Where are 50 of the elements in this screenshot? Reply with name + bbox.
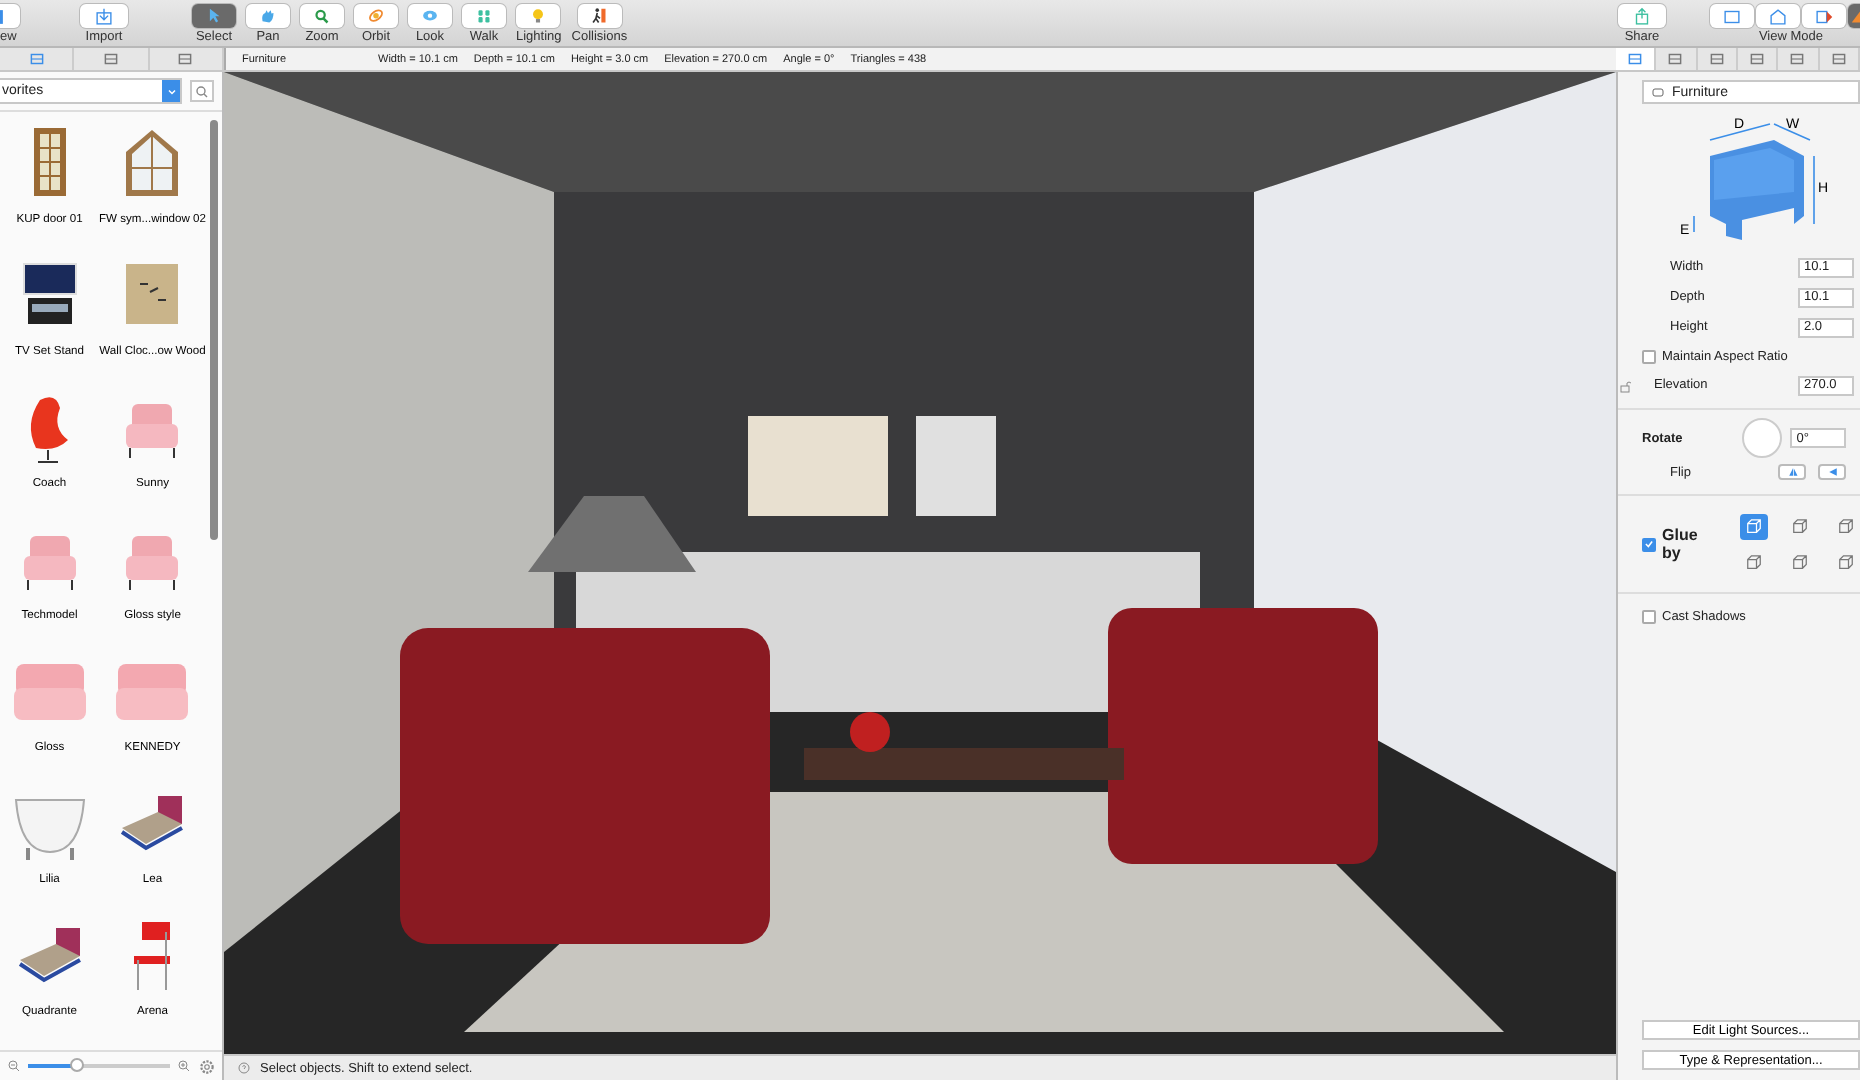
tab-icon — [1707, 50, 1726, 68]
cube-icon — [1790, 552, 1810, 572]
tab-icon — [1788, 50, 1807, 68]
share-button[interactable] — [1618, 4, 1666, 28]
tab-icon — [176, 50, 195, 68]
share-icon — [1630, 5, 1654, 27]
plan-view-button[interactable] — [1710, 4, 1754, 28]
tool-icon — [364, 5, 388, 27]
tab-icon — [1829, 50, 1848, 68]
flip-vertical-button[interactable] — [1778, 464, 1807, 480]
glue-option-button[interactable] — [1740, 513, 1768, 539]
import-button[interactable] — [80, 4, 128, 28]
inspector-tab[interactable] — [1616, 48, 1657, 70]
cube-icon — [1744, 552, 1764, 572]
glue-checkbox[interactable] — [1642, 537, 1656, 551]
slider-handle[interactable] — [69, 1058, 84, 1072]
plan-icon — [1720, 5, 1744, 27]
tab-icon — [1666, 50, 1685, 68]
flip-icon — [1825, 466, 1840, 478]
tab-icon — [1748, 50, 1767, 68]
tool-button[interactable] — [577, 4, 622, 28]
check-icon — [1644, 538, 1654, 550]
cube-icon — [1836, 552, 1856, 572]
flip-horizontal-button[interactable] — [1818, 464, 1847, 480]
zoom-in-icon — [176, 1058, 192, 1074]
lock-icon — [1618, 377, 1634, 393]
tool-icon — [310, 5, 334, 27]
zoom-out-icon — [6, 1058, 22, 1074]
cube-icon — [1836, 516, 1856, 536]
settings-icon — [198, 1057, 216, 1075]
house-icon — [1766, 5, 1790, 27]
tab-icon — [1626, 50, 1645, 68]
cube-icon — [1744, 516, 1764, 536]
split-view-button[interactable] — [1802, 4, 1846, 28]
tab-icon — [27, 50, 46, 68]
import-icon — [92, 5, 116, 27]
tool-icon — [587, 5, 612, 27]
flip-icon — [1785, 466, 1800, 478]
cube-icon — [1790, 516, 1810, 536]
tab-icon — [101, 50, 120, 68]
search-button[interactable] — [190, 80, 214, 102]
house-view-button[interactable] — [1756, 4, 1800, 28]
aspect-ratio-checkbox[interactable] — [1642, 349, 1656, 363]
help-icon — [236, 1060, 252, 1076]
search-icon — [194, 83, 210, 99]
split-icon — [1812, 5, 1836, 27]
caret-icon — [165, 85, 177, 97]
checkbox-label: Glue by — [1662, 526, 1700, 562]
cast-shadows-checkbox[interactable] — [1642, 609, 1656, 623]
tool-icon — [472, 5, 496, 27]
